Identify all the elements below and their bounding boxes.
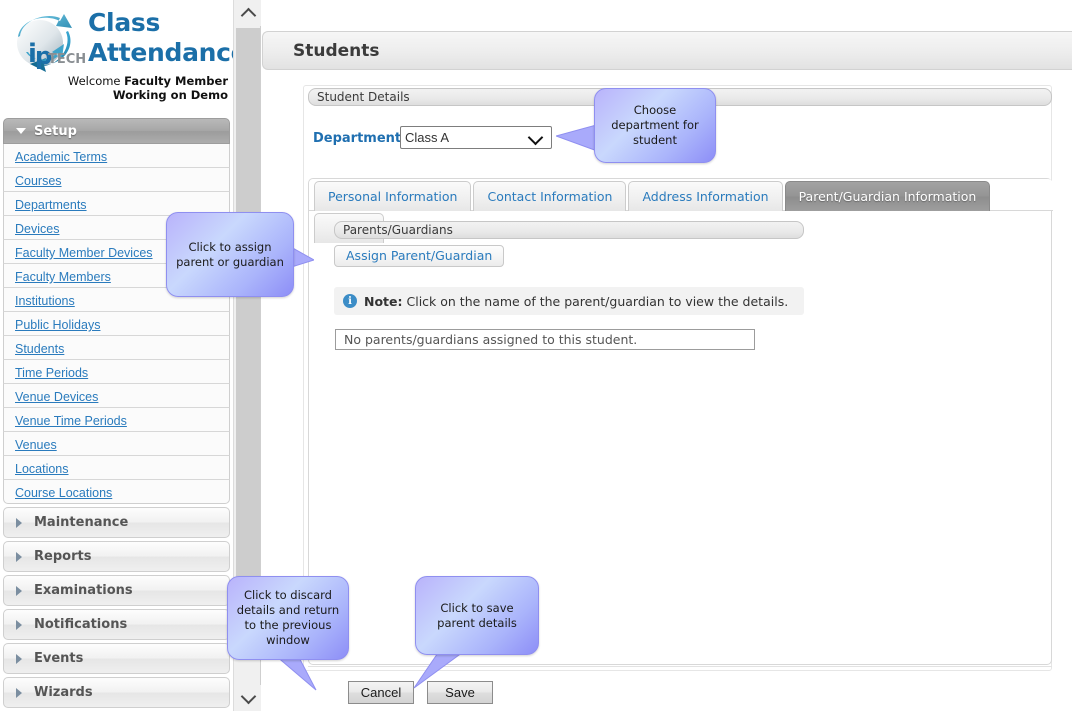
sidebar-item-link[interactable]: Departments bbox=[15, 198, 87, 212]
brand-header: i p TECH Class Attendance Welcome Facult… bbox=[0, 0, 233, 118]
callout-department: Choose department for student bbox=[594, 88, 716, 163]
sidebar-group-label: Maintenance bbox=[34, 515, 129, 530]
sidebar-item[interactable]: Public Holidays bbox=[3, 312, 230, 336]
tab-strip: Personal Information Contact Information A… bbox=[309, 179, 1053, 243]
page-title-bar: Students bbox=[262, 31, 1072, 70]
sidebar-item[interactable]: Locations bbox=[3, 456, 230, 480]
welcome-block: Welcome Faculty Member Working on Demo bbox=[60, 74, 228, 102]
sidebar-group-label: Examinations bbox=[34, 583, 133, 598]
empty-state-message: No parents/guardians assigned to this st… bbox=[335, 329, 755, 350]
sidebar-item[interactable]: Academic Terms bbox=[3, 144, 230, 168]
welcome-prefix: Welcome bbox=[67, 74, 125, 88]
note-bold-prefix: Note: bbox=[364, 293, 403, 309]
chevron-up-icon bbox=[240, 7, 256, 23]
sidebar-item-link[interactable]: Public Holidays bbox=[15, 318, 100, 332]
callout-cancel: Click to discard details and return to t… bbox=[227, 576, 349, 660]
assign-parent-guardian-button[interactable]: Assign Parent/Guardian bbox=[334, 245, 505, 267]
sidebar-item-link[interactable]: Students bbox=[15, 342, 64, 356]
sidebar-collapsed-groups: Maintenance Reports Examinations Notificati… bbox=[0, 507, 233, 708]
sidebar-group-label: Wizards bbox=[34, 685, 93, 700]
sidebar-item-link[interactable]: Venues bbox=[15, 438, 57, 452]
callout-save: Click to save parent details bbox=[415, 576, 539, 655]
sidebar-setup-list: Academic Terms Courses Departments Devices F… bbox=[3, 144, 230, 504]
sidebar-group-label: Notifications bbox=[34, 617, 128, 632]
sidebar-group-notifications[interactable]: Notifications bbox=[3, 609, 230, 640]
tab-personal-information[interactable]: Personal Information bbox=[314, 181, 472, 211]
tab-address-information[interactable]: Address Information bbox=[628, 181, 783, 211]
app-window: i p TECH Class Attendance Welcome Facult… bbox=[0, 0, 1072, 711]
sidebar-item-link[interactable]: Courses bbox=[15, 174, 62, 188]
chevron-right-icon bbox=[16, 517, 22, 528]
sidebar-item-link[interactable]: Devices bbox=[15, 222, 59, 236]
sidebar-item-link[interactable]: Venue Time Periods bbox=[15, 414, 127, 428]
sidebar-item-link[interactable]: Time Periods bbox=[15, 366, 88, 380]
logo-tech-text: TECH bbox=[48, 52, 86, 67]
chevron-right-icon bbox=[16, 653, 22, 664]
sidebar-item-link[interactable]: Faculty Member Devices bbox=[15, 246, 153, 260]
tab-contact-information[interactable]: Contact Information bbox=[473, 181, 627, 211]
page-title: Students bbox=[293, 41, 380, 61]
sidebar-group-setup-label: Setup bbox=[34, 124, 77, 139]
note-body: Click on the name of the parent/guardian… bbox=[402, 293, 789, 309]
iptech-logo: i p TECH bbox=[17, 14, 86, 72]
chevron-right-icon bbox=[16, 619, 22, 630]
sidebar-group-examinations[interactable]: Examinations bbox=[3, 575, 230, 606]
department-label: Department bbox=[313, 131, 402, 146]
sidebar-item-link[interactable]: Institutions bbox=[15, 294, 75, 308]
sidebar-item[interactable]: Time Periods bbox=[3, 360, 230, 384]
welcome-line: Welcome Faculty Member bbox=[60, 74, 228, 88]
sidebar-item[interactable]: Students bbox=[3, 336, 230, 360]
sidebar-item[interactable]: Course Locations bbox=[3, 480, 230, 504]
scrollbar-thumb[interactable] bbox=[236, 28, 260, 622]
tab-parent-guardian-information[interactable]: Parent/Guardian Information bbox=[784, 181, 991, 211]
callout-assign: Click to assign parent or guardian bbox=[166, 212, 294, 297]
sidebar-item-link[interactable]: Venue Devices bbox=[15, 390, 98, 404]
department-select[interactable]: Class A bbox=[400, 126, 552, 149]
app-title-line2: Attendance bbox=[88, 38, 233, 67]
sidebar-item[interactable]: Venue Devices bbox=[3, 384, 230, 408]
note-banner: i Note: Click on the name of the parent/… bbox=[334, 287, 804, 315]
sidebar-item-link[interactable]: Academic Terms bbox=[15, 150, 107, 164]
sidebar: i p TECH Class Attendance Welcome Facult… bbox=[0, 0, 233, 711]
app-title: Class Attendance bbox=[88, 8, 233, 68]
sidebar-item-link[interactable]: Faculty Members bbox=[15, 270, 111, 284]
welcome-user: Faculty Member bbox=[124, 74, 228, 88]
sidebar-group-maintenance[interactable]: Maintenance bbox=[3, 507, 230, 538]
chevron-right-icon bbox=[16, 585, 22, 596]
sidebar-item-link[interactable]: Course Locations bbox=[15, 486, 112, 500]
chevron-right-icon bbox=[16, 551, 22, 562]
sidebar-group-events[interactable]: Events bbox=[3, 643, 230, 674]
chevron-down-icon bbox=[240, 688, 256, 704]
sidebar-item[interactable]: Venues bbox=[3, 432, 230, 456]
sidebar-item[interactable]: Courses bbox=[3, 168, 230, 192]
working-on-line: Working on Demo bbox=[112, 88, 228, 102]
scroll-up-button[interactable] bbox=[235, 0, 261, 26]
sidebar-group-label: Events bbox=[34, 651, 84, 666]
sidebar-group-label: Reports bbox=[34, 549, 92, 564]
sidebar-item[interactable]: Venue Time Periods bbox=[3, 408, 230, 432]
section-header-parents-guardians: Parents/Guardians bbox=[334, 221, 804, 239]
sidebar-group-reports[interactable]: Reports bbox=[3, 541, 230, 572]
note-text: Note: Click on the name of the parent/gu… bbox=[364, 294, 788, 309]
sidebar-item-link[interactable]: Locations bbox=[15, 462, 69, 476]
app-title-line1: Class bbox=[88, 8, 161, 37]
sidebar-group-wizards[interactable]: Wizards bbox=[3, 677, 230, 708]
chevron-right-icon bbox=[16, 687, 22, 698]
sidebar-group-setup[interactable]: Setup bbox=[3, 118, 230, 144]
chevron-down-icon bbox=[16, 128, 26, 134]
info-icon: i bbox=[343, 294, 357, 308]
